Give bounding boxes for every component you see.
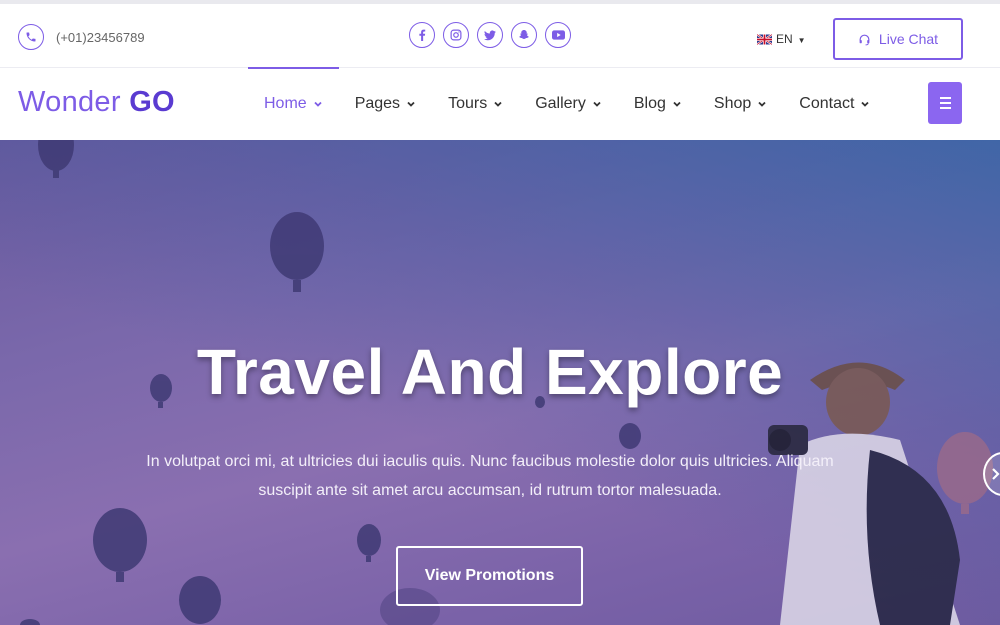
nav-item-label: Blog [633,95,666,112]
nav-item-home[interactable]: Home [248,67,339,140]
instagram-icon[interactable] [443,22,469,48]
facebook-icon[interactable] [409,22,435,48]
headset-icon [859,34,870,45]
youtube-icon[interactable] [545,22,571,48]
nav-item-label: Shop [713,95,752,112]
live-chat-label: Live Chat [878,31,939,47]
nav-item-blog[interactable]: Blog [618,68,698,140]
phone-number[interactable]: (+01)23456789 [56,30,145,45]
nav-item-label: Tours [448,95,488,112]
site-logo[interactable]: Wonder GO [18,86,175,119]
logo-bold: GO [129,86,175,118]
main-menu: Home Pages Tours Gallery Blog Shop Conta… [248,67,886,140]
chevron-down-icon [314,101,322,107]
top-bar: (+01)23456789 EN ▼ Live Chat [0,0,1000,68]
phone-icon[interactable] [18,24,44,50]
chevron-down-icon [861,101,870,107]
nav-item-label: Gallery [535,95,586,112]
nav-item-shop[interactable]: Shop [698,68,783,140]
nav-item-gallery[interactable]: Gallery [519,68,618,140]
twitter-icon[interactable] [477,22,503,48]
language-label: EN [776,32,793,46]
caret-down-icon: ▼ [797,36,806,45]
social-links [409,22,571,48]
nav-item-contact[interactable]: Contact [783,68,886,140]
nav-item-label: Pages [354,95,401,112]
chevron-down-icon [593,101,601,107]
nav-item-tours[interactable]: Tours [432,68,519,140]
menu-toggle-icon[interactable] [928,82,962,124]
chevron-down-icon [758,101,766,107]
chevron-down-icon [407,101,415,107]
snapchat-icon[interactable] [511,22,537,48]
nav-item-pages[interactable]: Pages [339,68,432,140]
view-promotions-label: View Promotions [424,567,555,584]
language-selector[interactable]: EN ▼ [757,32,806,46]
hero-title: Travel And Explore [196,336,784,408]
chevron-down-icon [673,101,681,107]
chevron-down-icon [494,101,502,107]
nav-item-label: Contact [799,95,855,112]
view-promotions-button[interactable]: View Promotions [396,546,583,606]
nav-item-label: Home [264,95,307,112]
hero-banner: Travel And Explore In volutpat orci mi, … [0,140,1000,625]
uk-flag-icon [757,33,772,45]
logo-light: Wonder [18,86,121,118]
main-navbar: Wonder GO Home Pages Tours Gallery Blog … [0,67,1000,140]
live-chat-button[interactable]: Live Chat [833,18,963,60]
hero-subtitle: In volutpat orci mi, at ultricies dui ia… [146,453,834,499]
